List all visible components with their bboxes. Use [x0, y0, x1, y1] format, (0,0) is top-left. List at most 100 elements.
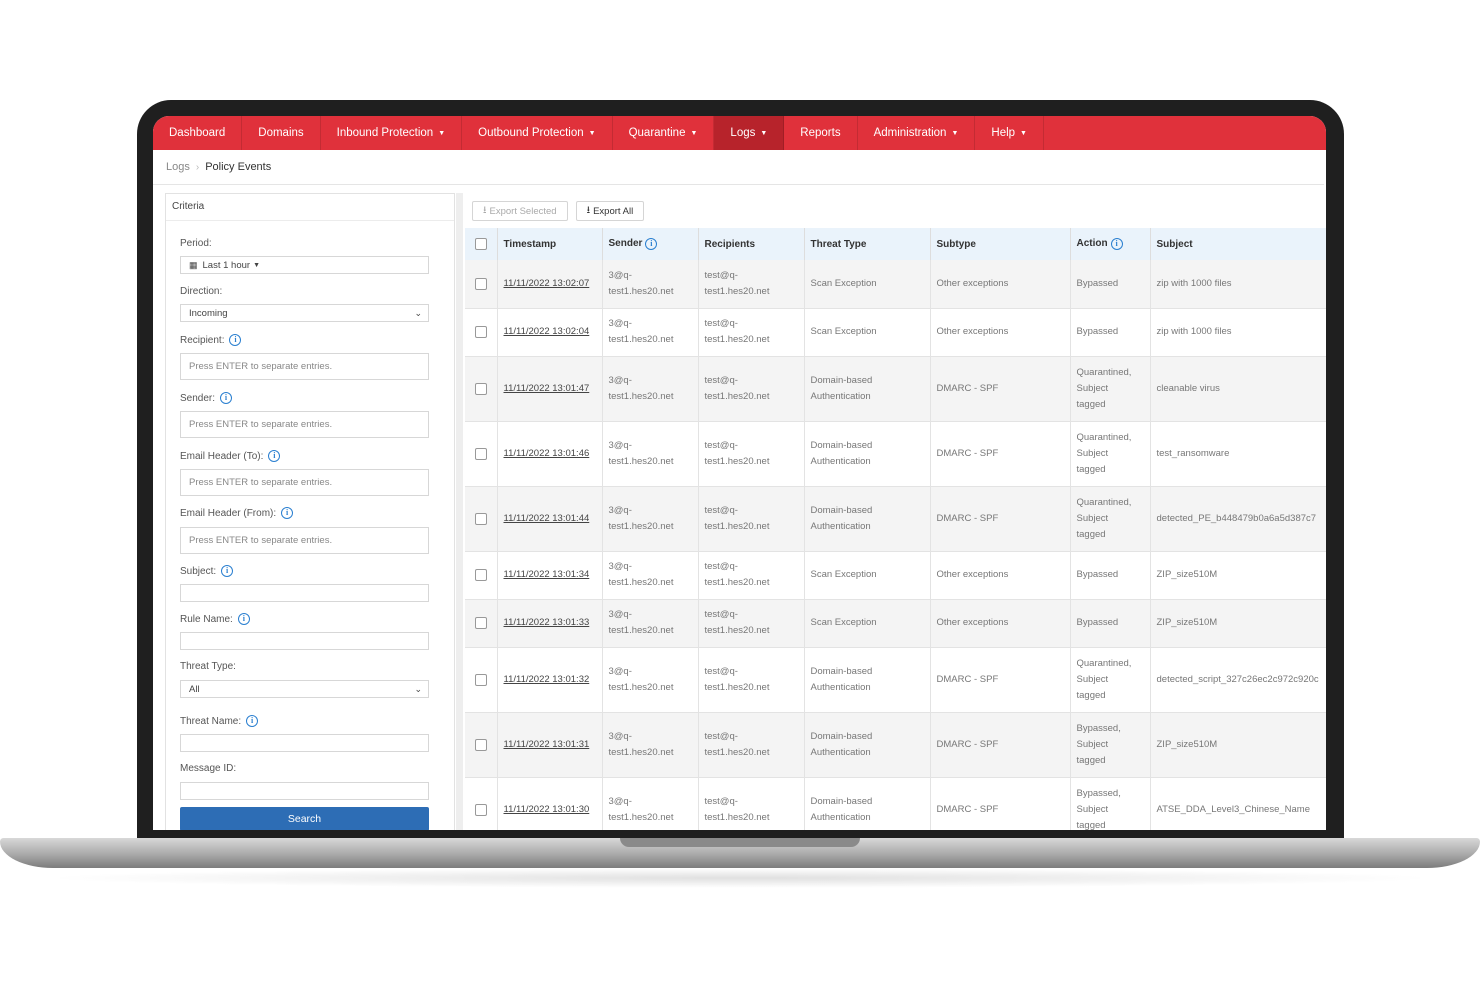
breadcrumb-logs-link[interactable]: Logs [166, 161, 190, 173]
cell-line: 3@q- [608, 730, 632, 742]
table-row[interactable]: 11/11/2022 13:01:30 3@q-test1.hes20.net te… [465, 777, 1326, 830]
subject-cell: ZIP_size510M [1150, 599, 1326, 648]
table-row[interactable]: 11/11/2022 13:01:32 3@q-test1.hes20.net te… [465, 647, 1326, 713]
nav-item-administration[interactable]: Administration ▼ [858, 116, 976, 150]
cell-line: Domain-based [810, 439, 873, 451]
timestamp-cell: 11/11/2022 13:01:31 [497, 712, 603, 778]
table-row[interactable]: 11/11/2022 13:01:33 3@q-test1.hes20.net te… [465, 599, 1326, 648]
column-header-sender[interactable]: Sender i [602, 228, 699, 260]
rule-name-input[interactable] [180, 632, 429, 650]
info-icon[interactable]: i [1110, 238, 1123, 250]
row-checkbox[interactable] [475, 326, 487, 338]
timestamp-link[interactable]: 11/11/2022 13:01:34 [504, 569, 590, 580]
threat-name-input[interactable] [180, 734, 429, 752]
timestamp-link[interactable]: 11/11/2022 13:01:44 [504, 513, 590, 524]
table-row[interactable]: 11/11/2022 13:02:07 3@q-test1.hes20.net te… [465, 260, 1326, 309]
nav-item-inbound-protection[interactable]: Inbound Protection ▼ [321, 116, 463, 150]
recipients-cell: test@q-test1.hes20.net [698, 356, 805, 422]
row-checkbox[interactable] [475, 447, 487, 460]
cell-line: test@q- [704, 730, 738, 742]
column-header-subtype[interactable]: Subtype [930, 228, 1071, 260]
timestamp-cell: 11/11/2022 13:01:44 [497, 486, 603, 552]
recipient-input[interactable]: Press ENTER to separate entries. [180, 353, 429, 380]
calendar-icon: ▦ [189, 259, 198, 270]
timestamp-link[interactable]: 11/11/2022 13:02:04 [504, 326, 590, 337]
column-header-threat-type[interactable]: Threat Type [804, 228, 931, 260]
row-checkbox[interactable] [475, 738, 487, 751]
timestamp-link[interactable]: 11/11/2022 13:01:47 [504, 383, 590, 394]
row-checkbox[interactable] [475, 512, 487, 525]
threat-type-cell: Domain-based Authentication [804, 712, 931, 778]
select-all-checkbox[interactable] [475, 238, 487, 250]
row-checkbox[interactable] [475, 617, 487, 629]
cell-line: tagged [1076, 528, 1106, 540]
info-icon[interactable]: i [237, 613, 250, 625]
subject-cell: detected_PE_b448479b0a6a5d387c7 [1150, 486, 1326, 552]
table-row[interactable]: 11/11/2022 13:01:44 3@q-test1.hes20.net te… [465, 486, 1326, 552]
header-to-input[interactable]: Press ENTER to separate entries. [180, 469, 429, 496]
nav-item-help[interactable]: Help ▼ [975, 116, 1044, 150]
info-icon[interactable]: i [221, 565, 234, 577]
table-row[interactable]: 11/11/2022 13:01:34 3@q-test1.hes20.net te… [465, 551, 1326, 600]
row-checkbox[interactable] [475, 803, 487, 816]
timestamp-cell: 11/11/2022 13:01:33 [497, 599, 603, 648]
row-checkbox[interactable] [475, 673, 487, 686]
nav-item-logs[interactable]: Logs ▼ [714, 116, 785, 150]
column-header-action[interactable]: Action i [1070, 228, 1151, 260]
nav-item-reports[interactable]: Reports [784, 116, 858, 150]
cell-line: Subject [1076, 382, 1109, 394]
table-row[interactable]: 11/11/2022 13:02:04 3@q-test1.hes20.net te… [465, 308, 1326, 357]
threat-type-cell: Domain-based Authentication [804, 486, 931, 552]
header-from-input[interactable]: Press ENTER to separate entries. [180, 527, 429, 554]
timestamp-link[interactable]: 11/11/2022 13:01:32 [504, 674, 590, 685]
table-row[interactable]: 11/11/2022 13:01:47 3@q-test1.hes20.net te… [465, 356, 1326, 422]
export-all-button[interactable]: ⭳ Export All [575, 201, 645, 221]
row-checkbox[interactable] [475, 382, 487, 395]
panel-divider[interactable] [456, 193, 463, 830]
table-row[interactable]: 11/11/2022 13:01:31 3@q-test1.hes20.net te… [465, 712, 1326, 778]
message-id-input[interactable] [180, 782, 429, 800]
row-checkbox[interactable] [475, 569, 487, 581]
column-header-subject[interactable]: Subject [1150, 228, 1326, 260]
cell-line: Bypassed, [1076, 787, 1121, 799]
info-icon[interactable]: i [246, 715, 259, 727]
nav-item-outbound-protection[interactable]: Outbound Protection ▼ [462, 116, 613, 150]
cell-line: Quarantined, [1076, 496, 1132, 508]
cell-line: 3@q- [608, 439, 632, 451]
cell-line: test1.hes20.net [704, 681, 770, 693]
column-header-recipients[interactable]: Recipients [698, 228, 805, 260]
cell-line: Quarantined, [1076, 366, 1132, 378]
timestamp-link[interactable]: 11/11/2022 13:02:07 [504, 278, 590, 289]
cell-line: Domain-based [810, 374, 873, 386]
search-button[interactable]: Search [180, 807, 429, 830]
period-picker[interactable]: ▦ Last 1 hour ▼ [180, 256, 429, 274]
nav-item-label: Logs [730, 127, 756, 139]
cell-line: test1.hes20.net [608, 455, 674, 467]
nav-item-dashboard[interactable]: Dashboard [153, 116, 243, 150]
row-checkbox[interactable] [475, 277, 487, 290]
table-row[interactable]: 11/11/2022 13:01:46 3@q-test1.hes20.net te… [465, 421, 1326, 487]
timestamp-link[interactable]: 11/11/2022 13:01:46 [504, 448, 590, 459]
timestamp-link[interactable]: 11/11/2022 13:01:31 [504, 739, 590, 750]
subject-input[interactable] [180, 584, 429, 602]
info-icon[interactable]: i [220, 392, 233, 404]
info-icon[interactable]: i [645, 238, 658, 250]
caret-down-icon: ▼ [438, 129, 446, 137]
threat-type-select[interactable]: All ⌄ [180, 680, 429, 698]
column-header-timestamp[interactable]: Timestamp [497, 228, 603, 260]
subtype-cell: Other exceptions [930, 308, 1071, 357]
timestamp-link[interactable]: 11/11/2022 13:01:30 [504, 804, 590, 815]
timestamp-link[interactable]: 11/11/2022 13:01:33 [504, 617, 590, 628]
timestamp-cell: 11/11/2022 13:01:32 [497, 647, 603, 713]
info-icon[interactable]: i [229, 334, 242, 346]
export-selected-button[interactable]: ⭳ Export Selected [472, 201, 568, 221]
nav-item-domains[interactable]: Domains [242, 116, 321, 150]
direction-select[interactable]: Incoming ⌄ [180, 304, 429, 322]
nav-item-quarantine[interactable]: Quarantine ▼ [613, 116, 715, 150]
cell-line: Scan Exception [810, 326, 877, 337]
info-icon[interactable]: i [281, 507, 294, 519]
info-icon[interactable]: i [268, 450, 281, 462]
cell-line: tagged [1076, 689, 1106, 701]
sender-input[interactable]: Press ENTER to separate entries. [180, 411, 429, 438]
cell-line: test1.hes20.net [704, 520, 770, 532]
